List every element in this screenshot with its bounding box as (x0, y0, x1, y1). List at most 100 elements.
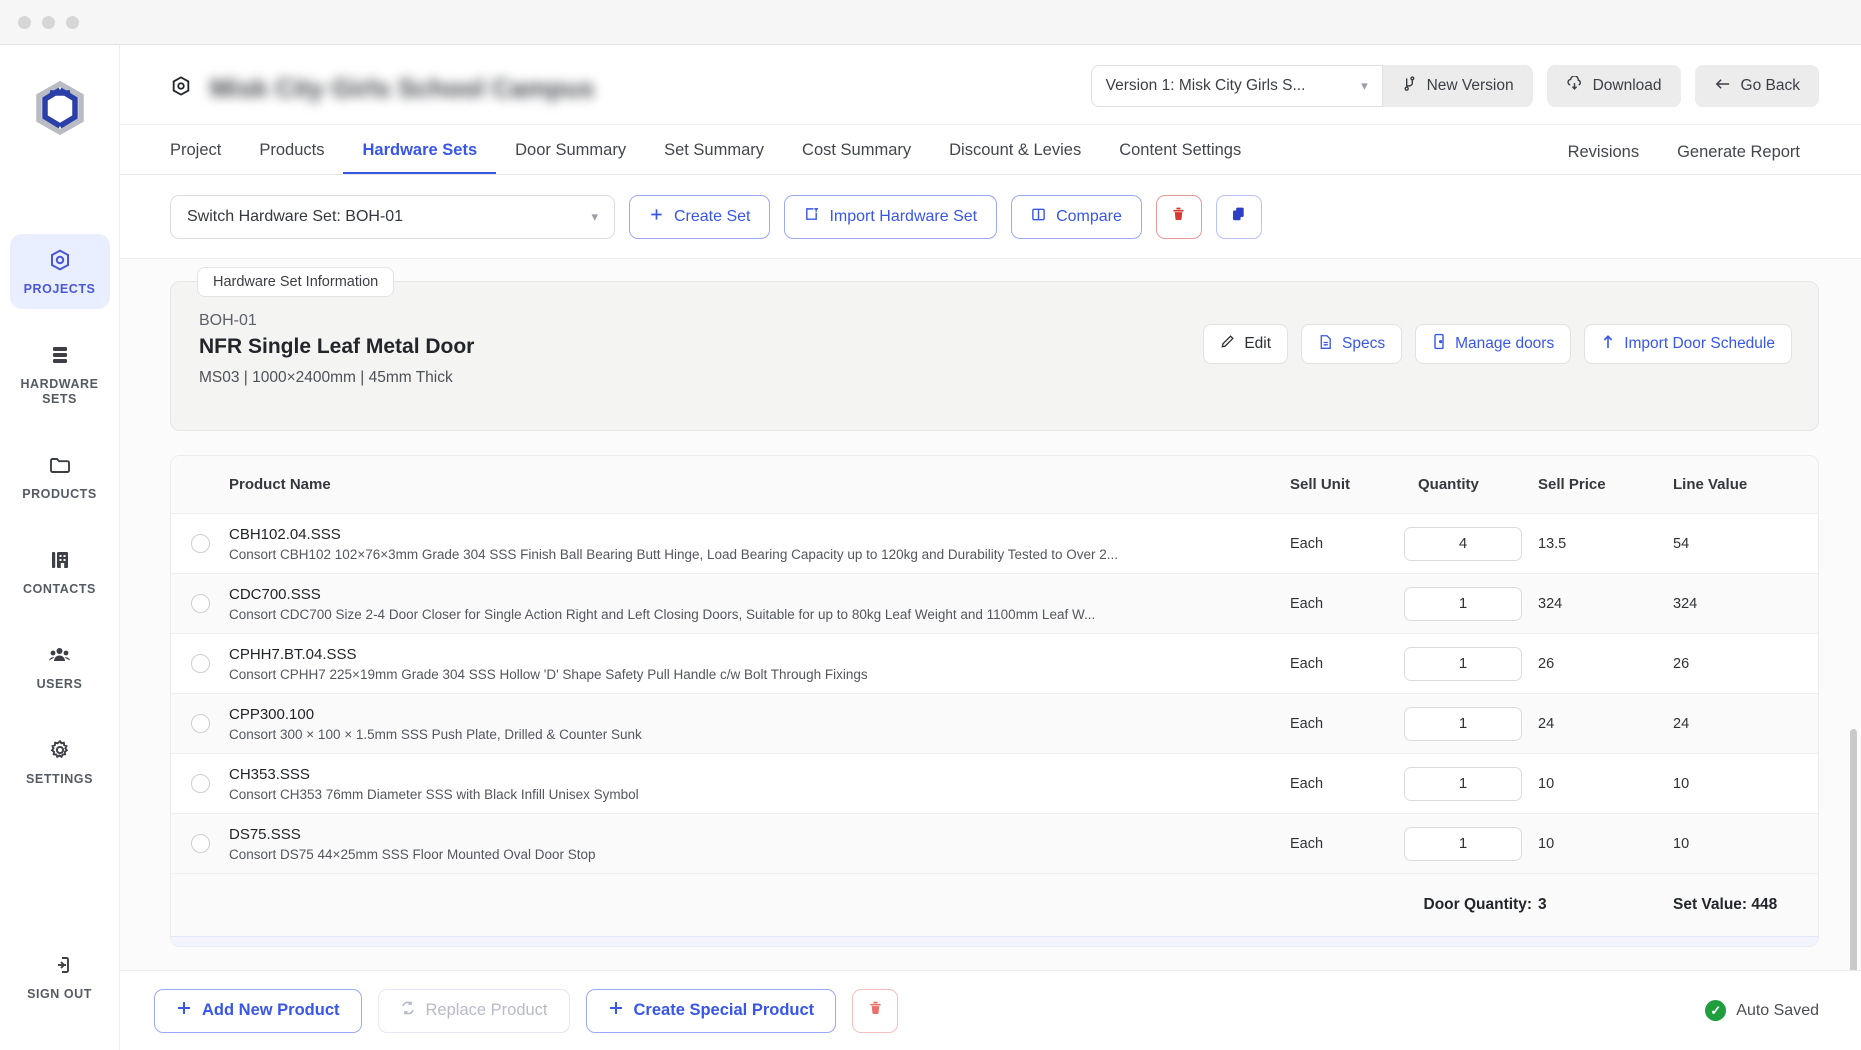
sidebar-item-label: HARDWARE SETS (20, 377, 99, 406)
table-header-sell-price: Sell Price (1538, 476, 1606, 493)
tab-hardware-sets[interactable]: Hardware Sets (343, 141, 497, 174)
window-maximize-dot[interactable] (66, 15, 79, 29)
quantity-input[interactable] (1404, 826, 1522, 861)
compare-columns-icon (1031, 207, 1046, 227)
copy-documents-icon (1230, 205, 1247, 228)
sidebar-item-users[interactable]: USERS (10, 629, 110, 704)
row-select[interactable] (171, 654, 229, 673)
row-select[interactable] (171, 714, 229, 733)
content-scrollbar[interactable] (1850, 729, 1857, 1001)
project-title-group: Misk City Girls School Campus (170, 73, 594, 104)
table-row[interactable]: CDC700.SSS Consort CDC700 Size 2-4 Door … (171, 574, 1818, 634)
radio-icon[interactable] (190, 654, 210, 673)
sidebar-item-sign-out[interactable]: SIGN OUT (10, 939, 110, 1014)
radio-icon[interactable] (190, 834, 210, 853)
product-description: Consort CDC700 Size 2-4 Door Closer for … (229, 606, 1096, 622)
specs-label: Specs (1342, 335, 1386, 352)
radio-icon[interactable] (190, 714, 210, 733)
table-header-sell-unit: Sell Unit (1290, 476, 1351, 493)
create-set-button[interactable]: Create Set (629, 194, 771, 239)
table-header-quantity: Quantity (1418, 476, 1479, 493)
download-button[interactable]: Download (1546, 65, 1681, 107)
table-row[interactable]: CPP300.100 Consort 300 × 100 × 1.5mm SSS… (171, 694, 1818, 754)
sidebar-item-settings[interactable]: SETTINGS (10, 724, 110, 799)
table-row[interactable]: CBH102.04.SSS Consort CBH102 102×76×3mm … (171, 514, 1818, 574)
hexagon-target-icon (170, 75, 192, 102)
row-sell-price: 24 (1538, 715, 1555, 732)
import-door-schedule-button[interactable]: Import Door Schedule (1584, 324, 1792, 364)
tab-set-summary[interactable]: Set Summary (645, 141, 783, 174)
specs-button[interactable]: Specs (1301, 324, 1403, 364)
table-row[interactable]: CPHH7.BT.04.SSS Consort CPHH7 225×19mm G… (171, 634, 1818, 694)
quantity-input[interactable] (1404, 586, 1522, 621)
sign-out-icon (47, 952, 73, 978)
plus-icon (649, 207, 664, 227)
sidebar-item-contacts[interactable]: CONTACTS (10, 534, 110, 609)
quantity-input[interactable] (1404, 706, 1522, 741)
users-group-icon (47, 642, 73, 668)
sidebar-item-hardware-sets[interactable]: HARDWARE SETS (10, 329, 110, 419)
window-minimize-dot[interactable] (42, 15, 55, 29)
tab-products[interactable]: Products (240, 141, 343, 174)
row-line-value: 26 (1673, 655, 1690, 672)
delete-hardware-set-button[interactable] (1155, 194, 1202, 239)
tab-content-settings[interactable]: Content Settings (1100, 141, 1260, 174)
layers-stack-icon (47, 342, 73, 368)
sidebar-item-projects[interactable]: PROJECTS (9, 234, 110, 309)
radio-icon[interactable] (190, 774, 210, 793)
sidebar-item-products[interactable]: PRODUCTS (10, 439, 110, 514)
hexagon-target-icon (47, 247, 73, 273)
sidebar: PROJECTS HARDWARE SETS PRODUCTS CONTACTS… (0, 45, 120, 1050)
import-hardware-set-button[interactable]: Import Hardware Set (784, 194, 998, 239)
cloud-download-icon (1566, 74, 1583, 97)
row-quantity (1388, 706, 1538, 741)
table-row[interactable]: CH353.SSS Consort CH353 76mm Diameter SS… (171, 754, 1818, 814)
switch-hardware-set-select[interactable]: Switch Hardware Set: BOH-01 ▾ (170, 194, 615, 239)
tab-discount-levies[interactable]: Discount & Levies (930, 141, 1100, 174)
new-version-button[interactable]: New Version (1382, 65, 1533, 107)
row-select[interactable] (171, 594, 229, 613)
tab-generate-report[interactable]: Generate Report (1658, 143, 1819, 174)
compare-button[interactable]: Compare (1011, 194, 1142, 239)
row-select[interactable] (171, 534, 229, 553)
delete-product-button[interactable] (852, 988, 899, 1033)
radio-icon[interactable] (190, 594, 210, 613)
edit-label: Edit (1244, 335, 1272, 352)
row-quantity (1388, 646, 1538, 681)
tab-revisions[interactable]: Revisions (1568, 143, 1659, 174)
table-row[interactable]: DS75.SSS Consort DS75 44×25mm SSS Floor … (171, 814, 1818, 874)
tab-project[interactable]: Project (170, 141, 240, 174)
quantity-input[interactable] (1404, 526, 1522, 561)
replace-product-button[interactable]: Replace Product (377, 988, 570, 1033)
tab-door-summary[interactable]: Door Summary (496, 141, 645, 174)
trash-icon (1170, 205, 1187, 228)
row-product: CBH102.04.SSS Consort CBH102 102×76×3mm … (229, 526, 1290, 562)
check-circle-icon: ✓ (1705, 1000, 1727, 1021)
nav-tabs-right: Revisions Generate Report (1568, 143, 1819, 174)
import-hardware-set-label: Import Hardware Set (829, 207, 978, 225)
set-value-amount: 448 (1751, 896, 1778, 913)
product-description: Consort 300 × 100 × 1.5mm SSS Push Plate… (229, 726, 642, 742)
sidebar-item-label: SETTINGS (26, 772, 93, 786)
quantity-input[interactable] (1404, 646, 1522, 681)
manage-doors-button[interactable]: Manage doors (1415, 324, 1572, 364)
edit-button[interactable]: Edit (1203, 324, 1289, 364)
version-select[interactable]: Version 1: Misk City Girls S... ▾ (1090, 65, 1383, 107)
create-special-product-button[interactable]: Create Special Product (585, 988, 837, 1033)
nav-tabs-left: Project Products Hardware Sets Door Summ… (170, 141, 1260, 174)
row-select[interactable] (171, 774, 229, 793)
row-select[interactable] (171, 834, 229, 853)
quantity-input[interactable] (1404, 766, 1522, 801)
row-sell-unit: Each (1290, 535, 1324, 552)
row-quantity (1388, 766, 1538, 801)
radio-icon[interactable] (190, 534, 210, 553)
tab-cost-summary[interactable]: Cost Summary (783, 141, 930, 174)
header-actions: Version 1: Misk City Girls S... ▾ New Ve… (1090, 65, 1819, 107)
create-set-label: Create Set (674, 207, 751, 225)
go-back-button[interactable]: Go Back (1694, 65, 1819, 107)
add-new-product-button[interactable]: Add New Product (154, 988, 362, 1033)
window-close-dot[interactable] (18, 15, 31, 29)
row-quantity (1388, 826, 1538, 861)
import-box-icon (804, 207, 819, 227)
duplicate-hardware-set-button[interactable] (1215, 194, 1262, 239)
